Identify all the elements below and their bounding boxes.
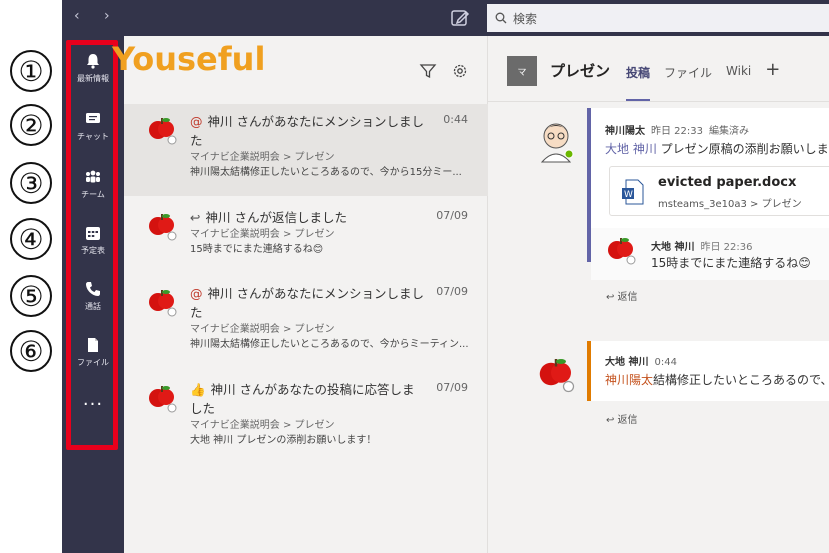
apple-avatar-icon [539,359,575,393]
reply-card: 大地 神川 昨日 22:36 15時までにまた連絡するね😊 [591,228,829,280]
reply-author: 大地 神川 [651,242,695,253]
channel-content: マ プレゼン 投稿 ファイル Wiki + 神川陽太 昨日 22:33 編集済み 大… [488,36,829,553]
annotation-column: ① ② ③ ④ ⑤ ⑥ [0,0,62,553]
activity-title: ↩ 神川 さんが返信しました [190,200,474,227]
mention-icon: @ [190,114,203,129]
apple-avatar-icon [149,386,177,413]
search-icon [495,12,507,24]
channel-name: プレゼン [550,62,611,80]
post-time: 0:44 [654,357,677,368]
reply-time: 昨日 22:36 [700,242,753,253]
file-attachment[interactable]: W evicted paper.docx msteams_3e10a3 > プレ… [609,166,829,216]
svg-text:W: W [624,190,633,200]
annotation-number-6: ⑥ [10,330,52,372]
apple-avatar-icon [608,238,636,265]
history-nav[interactable]: ‹ › [74,8,120,24]
activity-title-text: 神川 さんが返信しました [205,210,347,225]
annotation-number-2: ② [10,104,52,146]
post-message: 神川陽太結構修正したいところあるので、 [605,371,829,388]
apple-avatar-icon [149,290,177,317]
post-header: 大地 神川 0:44 [605,353,677,368]
activity-item[interactable]: 👍 神川 さんがあなたの投稿に応答しました 07/09 マイナビ企業説明会 > プ… [124,372,488,472]
activity-channel: マイナビ企業説明会 > プレゼン [190,229,335,240]
activity-time: 0:44 [443,113,468,126]
post-message: 大地 神川 プレゼン原稿の添削お願いしま [605,140,829,157]
activity-title-text: 神川 さんがあなたにメンションしました [190,286,424,320]
tab-files[interactable]: ファイル [664,64,712,101]
reply-icon: ↩ [190,210,201,225]
file-name: evicted paper.docx [658,175,797,190]
search-placeholder: 検索 [513,11,538,26]
compose-icon[interactable] [450,8,470,28]
annotation-number-1: ① [10,50,52,92]
filter-icon[interactable] [419,62,437,80]
post-time: 昨日 22:33 [651,126,703,137]
activity-title: @ 神川 さんがあなたにメンションしました [190,104,474,150]
activity-item[interactable]: @ 神川 さんがあなたにメンションしました 0:44 マイナビ企業説明会 > プレ… [124,104,488,196]
annotation-number-3: ③ [10,162,52,204]
activity-pane: @ 神川 さんがあなたにメンションしました 0:44 マイナビ企業説明会 > プレ… [124,36,488,553]
channel-tabs: 投稿 ファイル Wiki + [626,59,780,101]
reply-message: 15時までにまた連絡するね😊 [651,256,811,270]
post-card: 大地 神川 0:44 神川陽太結構修正したいところあるので、 [587,341,829,401]
file-path: msteams_3e10a3 > プレゼン [658,199,802,210]
activity-header-icons [419,62,469,80]
mention-link[interactable]: 神川陽太 [605,373,653,387]
add-tab-button[interactable]: + [765,59,780,101]
word-doc-icon: W [622,179,644,205]
activity-preview: 神川陽太結構修正したいところあるので、今からミーティン... [190,339,469,350]
activity-preview: 神川陽太結構修正したいところあるので、今から15分ミー... [190,167,462,178]
person-avatar-icon [540,123,574,163]
highlight-box [66,40,118,450]
activity-item[interactable]: ↩ 神川 さんが返信しました 07/09 マイナビ企業説明会 > プレゼン 15時… [124,200,488,280]
annotation-number-5: ⑤ [10,275,52,317]
post-author: 大地 神川 [605,357,649,368]
activity-channel: マイナビ企業説明会 > プレゼン [190,324,335,335]
activity-channel: マイナビ企業説明会 > プレゼン [190,152,335,163]
activity-time: 07/09 [436,381,468,394]
settings-gear-icon[interactable] [451,62,469,80]
post-text: プレゼン原稿の添削お願いしま [656,142,829,156]
reply-button[interactable]: ↩ 返信 [606,411,638,426]
activity-time: 07/09 [436,209,468,222]
tab-posts[interactable]: 投稿 [626,64,651,101]
reply-button[interactable]: ↩ 返信 [606,288,638,303]
like-icon: 👍 [190,382,206,397]
activity-channel: マイナビ企業説明会 > プレゼン [190,420,335,431]
activity-item[interactable]: @ 神川 さんがあなたにメンションしました 07/09 マイナビ企業説明会 > プ… [124,276,488,376]
reply-header: 大地 神川 昨日 22:36 [651,238,752,253]
activity-preview: 15時までにまた連絡するね😊 [190,244,324,255]
post-header: 神川陽太 昨日 22:33 編集済み [605,122,755,137]
top-bar: ‹ › 検索 [62,0,829,36]
brand-watermark: Youseful [112,40,266,78]
activity-preview: 大地 神川 プレゼンの添削お願いします！ [190,435,377,446]
annotation-number-4: ④ [10,218,52,260]
activity-title-text: 神川 さんがあなたにメンションしました [190,114,424,148]
apple-avatar-icon [149,214,177,241]
mention-icon: @ [190,286,203,301]
post-author: 神川陽太 [605,126,645,137]
search-input[interactable]: 検索 [487,4,829,32]
activity-title: 👍 神川 さんがあなたの投稿に応答しました [190,372,474,418]
tab-wiki[interactable]: Wiki [726,64,751,101]
channel-avatar: マ [507,56,537,86]
mention-link[interactable]: 大地 神川 [605,142,657,156]
activity-title: @ 神川 さんがあなたにメンションしました [190,276,474,322]
channel-header: マ プレゼン 投稿 ファイル Wiki + [488,36,829,102]
post-edited: 編集済み [709,126,749,137]
post-text: 結構修正したいところあるので、 [653,373,829,387]
activity-time: 07/09 [436,285,468,298]
activity-title-text: 神川 さんがあなたの投稿に応答しました [190,382,415,416]
apple-avatar-icon [149,118,177,145]
